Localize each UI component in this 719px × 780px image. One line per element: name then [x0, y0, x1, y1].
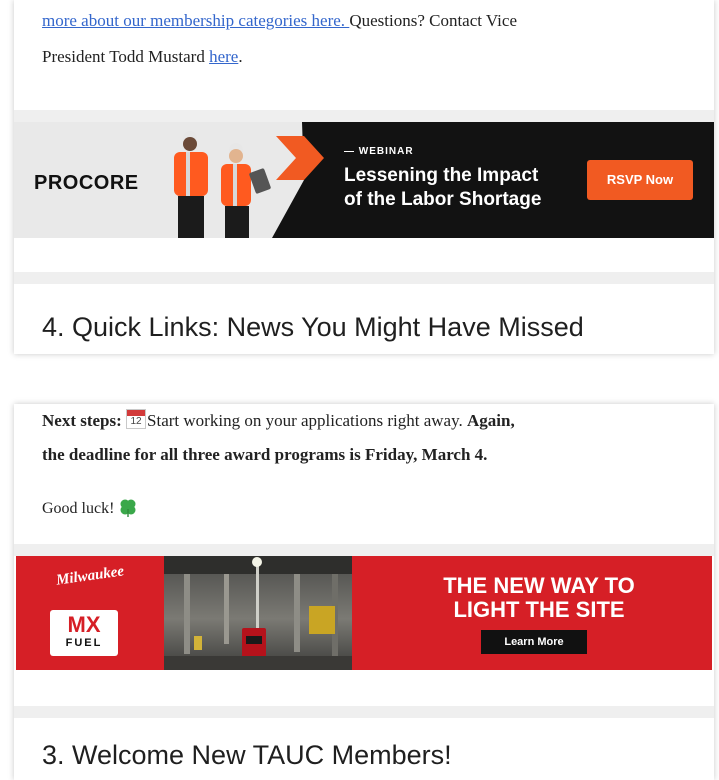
milwaukee-mx-fuel-ad[interactable]: Milwaukee MX FUEL THE NEW WAY TO LIGHT T… [16, 556, 712, 670]
newsletter-card-bottom: Next steps: 12 Start working on your appl… [14, 404, 714, 780]
procore-logo: PROCORE [34, 172, 139, 194]
section-divider [14, 706, 714, 718]
mx-logo-text: MX [67, 612, 101, 637]
mx-fuel-logo: MX FUEL [50, 610, 118, 656]
webinar-title: Lessening the Impact of the Labor Shorta… [344, 164, 594, 212]
section-divider [14, 110, 714, 122]
rsvp-now-button[interactable]: RSVP Now [587, 160, 693, 200]
next-steps-text: Start working on your applications right… [147, 411, 467, 430]
contact-here-link[interactable]: here [209, 47, 238, 66]
next-steps-paragraph: Next steps: 12 Start working on your appl… [42, 406, 515, 436]
good-luck-paragraph: Good luck! [42, 494, 138, 524]
calendar-icon: 12 [126, 409, 147, 429]
deadline-again: Again, [467, 411, 515, 430]
fuel-logo-text: FUEL [65, 637, 103, 649]
membership-paragraph: more about our membership categories her… [42, 6, 517, 36]
questions-text: Questions? Contact Vice [349, 11, 517, 30]
section-heading-welcome-members: 3. Welcome New TAUC Members! [42, 740, 452, 770]
section-heading-quick-links: 4. Quick Links: News You Might Have Miss… [42, 312, 584, 342]
webinar-label: — WEBINAR [344, 146, 414, 157]
procore-webinar-ad[interactable]: PROCORE — WEBINAR Lessening the Impact o… [14, 122, 714, 238]
next-steps-label: Next steps: [42, 411, 127, 430]
four-leaf-clover-icon [120, 499, 136, 517]
period: . [238, 47, 243, 66]
membership-link[interactable]: more about our membership categories her… [42, 11, 349, 30]
deadline-text: the deadline for all three award program… [42, 445, 488, 464]
construction-site-photo [164, 556, 352, 670]
worker-figure-icon [221, 143, 271, 238]
section-divider [14, 544, 714, 556]
president-paragraph: President Todd Mustard here. [42, 42, 243, 72]
worker-figure-icon [174, 131, 208, 238]
good-luck-text: Good luck! [42, 500, 119, 517]
milwaukee-headline-line1: THE NEW WAY TO [443, 573, 635, 598]
section-divider [14, 272, 714, 284]
milwaukee-headline-line2: LIGHT THE SITE [453, 597, 625, 622]
calendar-icon-number: 12 [130, 416, 142, 427]
learn-more-button[interactable]: Learn More [481, 630, 587, 654]
webinar-title-line2: of the Labor Shortage [344, 189, 542, 210]
webinar-title-line1: Lessening the Impact [344, 165, 539, 186]
milwaukee-logo: Milwaukee [55, 563, 126, 589]
president-text: President Todd Mustard [42, 47, 210, 66]
newsletter-card-top: more about our membership categories her… [14, 0, 714, 354]
